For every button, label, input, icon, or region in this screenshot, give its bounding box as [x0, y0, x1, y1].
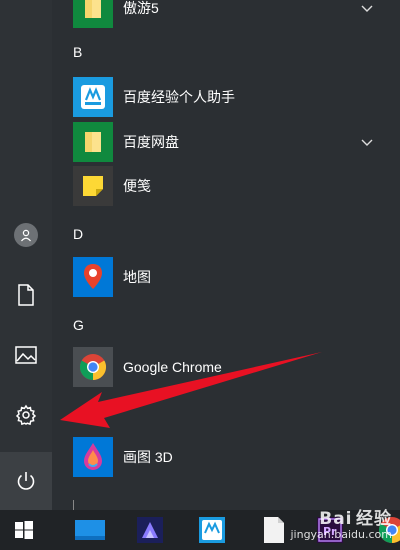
watermark-brand-cn: 经验 [356, 509, 392, 529]
annotation-arrow [60, 352, 322, 428]
taskbar-video-editor[interactable] [126, 510, 174, 550]
watermark-brand: Bai [319, 509, 353, 529]
watermark: Bai 经验 jingyan.baidu.com [290, 509, 392, 542]
video-editor-icon [137, 517, 163, 543]
file-icon [264, 517, 284, 543]
taskbar-baidu-jingyan[interactable] [188, 510, 236, 550]
desktop-icon [75, 520, 105, 540]
taskbar-desktop[interactable] [66, 510, 114, 550]
start-button[interactable] [0, 510, 48, 550]
windows-start-icon [15, 521, 33, 539]
watermark-url: jingyan.baidu.com [290, 528, 392, 541]
baidu-jingyan-icon [199, 517, 225, 543]
